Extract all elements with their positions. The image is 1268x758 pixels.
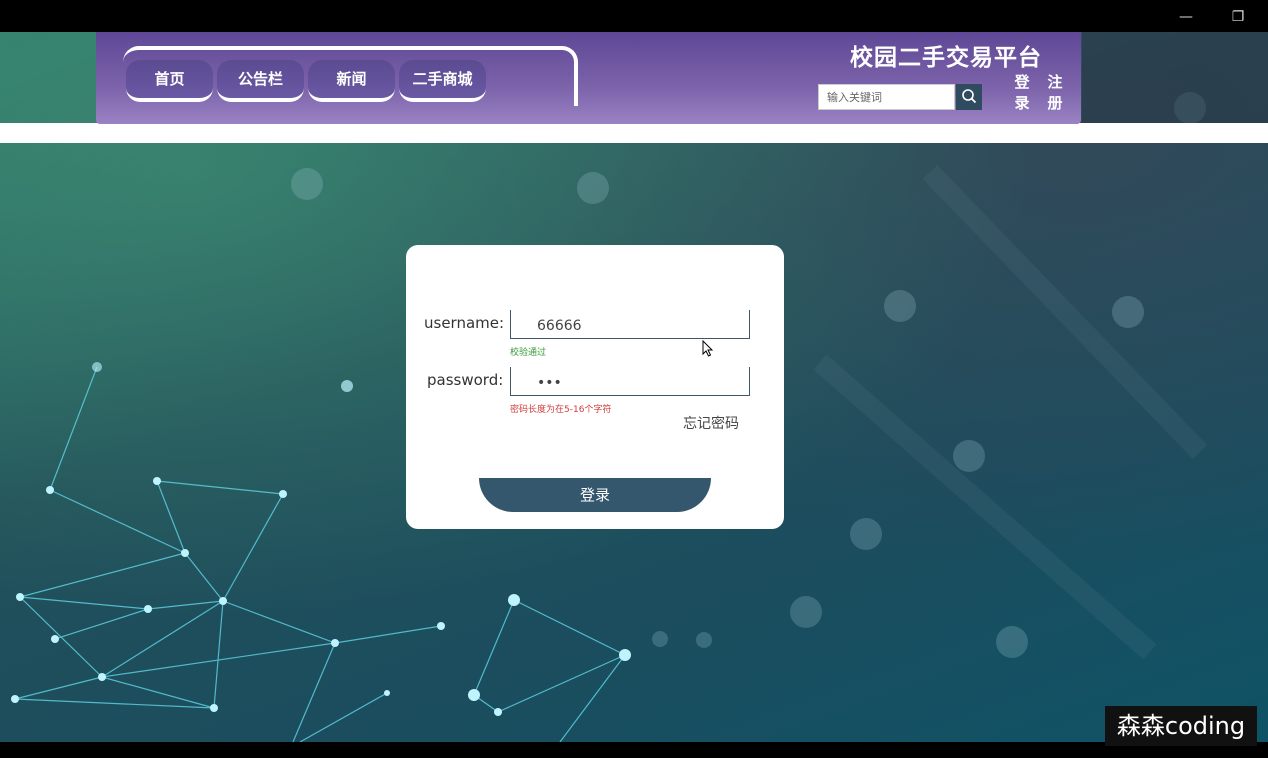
bottom-bar	[0, 742, 1268, 758]
login-card: username: 校验通过 password: 密码长度为在5-16个字符 忘…	[406, 245, 784, 529]
header-dark-corner	[1082, 32, 1268, 123]
login-submit-button[interactable]: 登录	[479, 478, 711, 512]
username-input[interactable]	[510, 310, 750, 339]
page-background: 首页 公告栏 新闻 二手商城 校园二手交易平台 登录 注册 username: …	[0, 32, 1268, 742]
restore-button[interactable]: ❐	[1215, 4, 1261, 30]
search-input[interactable]	[818, 84, 955, 110]
nav-news-button[interactable]: 新闻	[308, 60, 395, 102]
search-icon	[962, 89, 977, 104]
window-titlebar: — ❐	[0, 0, 1268, 32]
nav-notice-board-button[interactable]: 公告栏	[217, 60, 304, 102]
username-label: username:	[424, 314, 505, 332]
site-title: 校园二手交易平台	[850, 45, 1042, 71]
username-validation-hint: 校验通过	[510, 348, 547, 358]
search-button[interactable]	[956, 84, 982, 110]
nav-home-button[interactable]: 首页	[126, 60, 213, 102]
register-link[interactable]: 注册	[1047, 72, 1063, 114]
minimize-button[interactable]: —	[1163, 4, 1209, 30]
login-link[interactable]: 登录	[1014, 72, 1030, 114]
password-input[interactable]	[510, 367, 750, 396]
header-divider-strip	[0, 123, 1268, 143]
mouse-cursor-icon	[702, 340, 714, 357]
nav-secondhand-mall-button[interactable]: 二手商城	[399, 60, 486, 102]
password-label: password:	[427, 371, 504, 389]
watermark-label: 森森coding	[1105, 706, 1257, 746]
site-header: 首页 公告栏 新闻 二手商城 校园二手交易平台 登录 注册	[96, 32, 1081, 124]
password-validation-hint: 密码长度为在5-16个字符	[510, 405, 612, 415]
forgot-password-link[interactable]: 忘记密码	[683, 413, 739, 433]
